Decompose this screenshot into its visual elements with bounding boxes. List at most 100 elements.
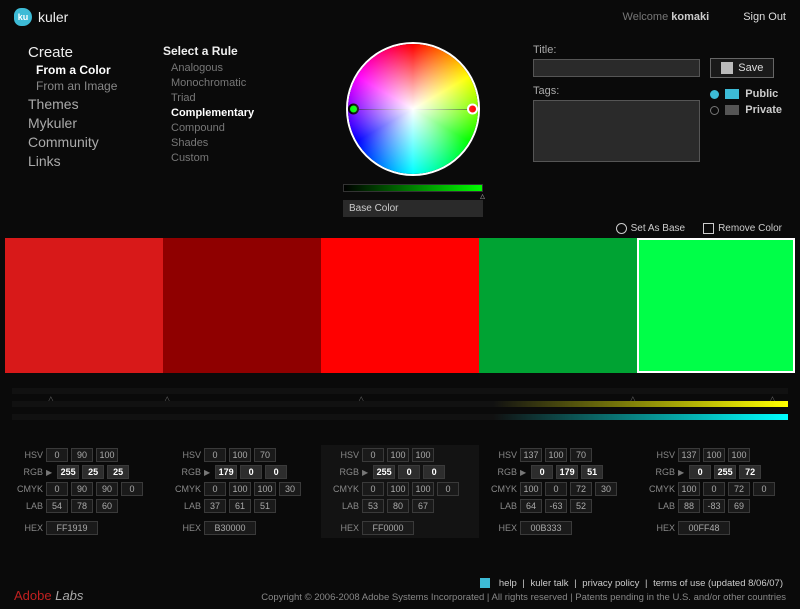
value-box[interactable]: 90 xyxy=(71,482,93,496)
value-box[interactable]: 0 xyxy=(204,448,226,462)
value-box[interactable]: 100 xyxy=(412,448,434,462)
value-box[interactable]: 137 xyxy=(678,448,700,462)
value-box[interactable]: 0 xyxy=(362,482,384,496)
nav-themes[interactable]: Themes xyxy=(28,96,133,112)
value-box[interactable]: 100 xyxy=(520,482,542,496)
value-box[interactable]: 100 xyxy=(387,448,409,462)
value-box[interactable]: 100 xyxy=(387,482,409,496)
value-box[interactable]: 72 xyxy=(570,482,592,496)
value-box[interactable]: 60 xyxy=(96,499,118,513)
value-box[interactable]: 54 xyxy=(46,499,68,513)
swatch-4[interactable] xyxy=(637,238,795,373)
value-box[interactable]: 51 xyxy=(254,499,276,513)
tags-input[interactable] xyxy=(533,100,700,162)
val-slider[interactable] xyxy=(12,414,788,420)
value-box[interactable]: 100 xyxy=(229,448,251,462)
value-box[interactable]: 0 xyxy=(240,465,262,479)
hex-box[interactable]: FF1919 xyxy=(46,521,98,535)
hex-box[interactable]: 00FF48 xyxy=(678,521,730,535)
hex-box[interactable]: B30000 xyxy=(204,521,256,535)
sign-out-link[interactable]: Sign Out xyxy=(743,11,786,23)
value-box[interactable]: 0 xyxy=(753,482,775,496)
rule-triad[interactable]: Triad xyxy=(171,92,293,104)
swatch-3[interactable] xyxy=(479,238,637,373)
value-box[interactable]: 25 xyxy=(82,465,104,479)
hue-slider[interactable]: △ △ △ △ △ xyxy=(12,388,788,394)
nav-from-image[interactable]: From an Image xyxy=(36,79,133,93)
value-box[interactable]: 179 xyxy=(215,465,237,479)
value-box[interactable]: 100 xyxy=(678,482,700,496)
value-box[interactable]: 100 xyxy=(96,448,118,462)
value-box[interactable]: 0 xyxy=(46,448,68,462)
value-box[interactable]: 0 xyxy=(204,482,226,496)
footer-link[interactable]: terms of use (updated 8/06/07) xyxy=(653,578,783,589)
value-box[interactable]: 30 xyxy=(595,482,617,496)
value-box[interactable]: 51 xyxy=(581,465,603,479)
value-box[interactable]: 100 xyxy=(229,482,251,496)
value-box[interactable]: 30 xyxy=(279,482,301,496)
value-box[interactable]: 0 xyxy=(703,482,725,496)
value-box[interactable]: 0 xyxy=(689,465,711,479)
nav-links[interactable]: Links xyxy=(28,153,133,169)
value-box[interactable]: 0 xyxy=(531,465,553,479)
footer-link[interactable]: privacy policy xyxy=(582,578,639,589)
value-box[interactable]: 0 xyxy=(545,482,567,496)
value-box[interactable]: 78 xyxy=(71,499,93,513)
remove-color-button[interactable]: Remove Color xyxy=(703,223,782,234)
radio-private[interactable]: Private xyxy=(710,104,782,116)
value-box[interactable]: 255 xyxy=(714,465,736,479)
value-box[interactable]: 0 xyxy=(46,482,68,496)
value-box[interactable]: -63 xyxy=(545,499,567,513)
value-box[interactable]: 0 xyxy=(121,482,143,496)
value-box[interactable]: 90 xyxy=(71,448,93,462)
hex-box[interactable]: FF0000 xyxy=(362,521,414,535)
nav-create[interactable]: Create xyxy=(28,44,133,61)
value-box[interactable]: 255 xyxy=(57,465,79,479)
value-box[interactable]: 52 xyxy=(570,499,592,513)
value-box[interactable]: 100 xyxy=(545,448,567,462)
value-box[interactable]: 0 xyxy=(398,465,420,479)
value-box[interactable]: 100 xyxy=(254,482,276,496)
value-box[interactable]: 100 xyxy=(728,448,750,462)
value-box[interactable]: 80 xyxy=(387,499,409,513)
value-box[interactable]: 0 xyxy=(362,448,384,462)
title-input[interactable] xyxy=(533,59,700,77)
value-box[interactable]: 137 xyxy=(520,448,542,462)
value-box[interactable]: 53 xyxy=(362,499,384,513)
value-box[interactable]: 0 xyxy=(265,465,287,479)
swatch-2[interactable] xyxy=(321,238,479,373)
value-box[interactable]: 72 xyxy=(728,482,750,496)
swatch-0[interactable] xyxy=(5,238,163,373)
set-as-base-button[interactable]: Set As Base xyxy=(616,223,685,234)
value-box[interactable]: 255 xyxy=(373,465,395,479)
value-box[interactable]: 100 xyxy=(703,448,725,462)
rule-custom[interactable]: Custom xyxy=(171,152,293,164)
footer-link[interactable]: help xyxy=(499,578,517,589)
radio-public[interactable]: Public xyxy=(710,88,782,100)
value-box[interactable]: 90 xyxy=(96,482,118,496)
nav-from-color[interactable]: From a Color xyxy=(36,63,133,77)
rule-complementary[interactable]: Complementary xyxy=(171,107,293,119)
rule-shades[interactable]: Shades xyxy=(171,137,293,149)
save-button[interactable]: Save xyxy=(710,58,774,78)
swatch-1[interactable] xyxy=(163,238,321,373)
value-box[interactable]: 72 xyxy=(739,465,761,479)
value-box[interactable]: 70 xyxy=(254,448,276,462)
brightness-slider[interactable] xyxy=(343,184,483,192)
value-box[interactable]: 64 xyxy=(520,499,542,513)
value-box[interactable]: 179 xyxy=(556,465,578,479)
value-box[interactable]: -83 xyxy=(703,499,725,513)
value-box[interactable]: 70 xyxy=(570,448,592,462)
hex-box[interactable]: 00B333 xyxy=(520,521,572,535)
nav-mykuler[interactable]: Mykuler xyxy=(28,115,133,131)
value-box[interactable]: 69 xyxy=(728,499,750,513)
wheel-handle-right[interactable] xyxy=(467,104,478,115)
value-box[interactable]: 0 xyxy=(423,465,445,479)
color-wheel[interactable] xyxy=(348,44,478,174)
value-box[interactable]: 25 xyxy=(107,465,129,479)
value-box[interactable]: 61 xyxy=(229,499,251,513)
nav-community[interactable]: Community xyxy=(28,134,133,150)
footer-link[interactable]: kuler talk xyxy=(531,578,569,589)
value-box[interactable]: 37 xyxy=(204,499,226,513)
rule-compound[interactable]: Compound xyxy=(171,122,293,134)
